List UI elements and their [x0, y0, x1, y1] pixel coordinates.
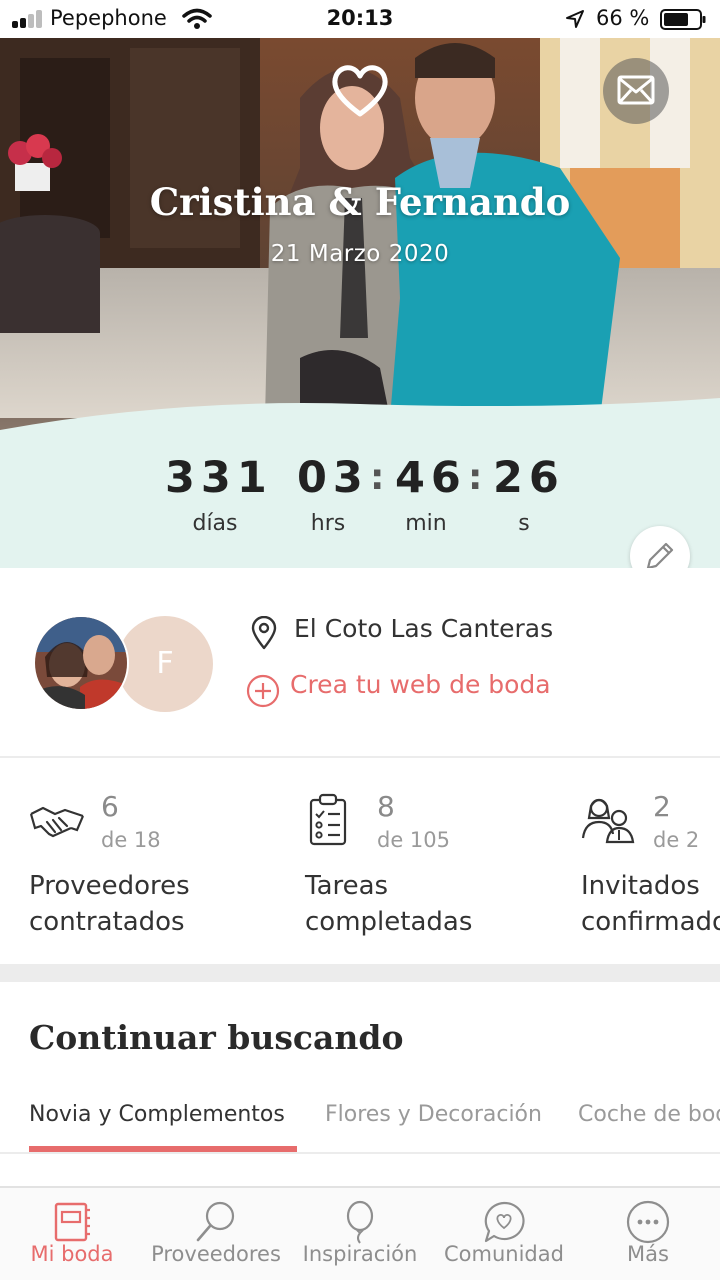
countdown-hours: 03 [297, 453, 369, 503]
nav-inspiracion[interactable]: Inspiración [288, 1188, 432, 1280]
venue-name[interactable]: El Coto Las Canteras [294, 614, 553, 643]
location-pin-icon [251, 616, 277, 650]
stat-label: Invitados confirmados [581, 868, 720, 940]
stat-count: 6 [101, 790, 119, 823]
nav-label: Proveedores [151, 1242, 281, 1266]
wedding-info: F El Coto Las Canteras Crea tu web de bo… [0, 568, 720, 758]
countdown-separator: : [370, 457, 385, 498]
couple-names: Cristina & Fernando [149, 180, 571, 224]
avatar-photo [35, 617, 127, 709]
tab-coche-boda[interactable]: Coche de boda [578, 1102, 720, 1127]
countdown-seconds: 26 [493, 453, 565, 503]
stat-tasks[interactable]: 8 de 105 Tareas completadas [305, 760, 575, 964]
notebook-icon [54, 1202, 90, 1242]
bottom-navigation: Mi boda Proveedores Inspiración Comunida… [0, 1186, 720, 1280]
magnifier-icon [196, 1201, 235, 1242]
checklist-icon [309, 793, 347, 846]
stat-label-line: completadas [305, 907, 473, 937]
category-tabs: Novia y Complementos Flores y Decoración… [0, 1090, 720, 1154]
chat-heart-icon [484, 1201, 525, 1243]
countdown-days-label: días [192, 511, 238, 536]
stat-label-line: contratados [29, 907, 185, 937]
stat-label-line: Proveedores [29, 871, 190, 901]
mail-icon [617, 75, 655, 105]
battery-icon [660, 9, 706, 30]
countdown: 331 03 : 46 : 26 días hrs min s [0, 453, 720, 543]
wedding-stats: 6 de 18 Proveedores contratados 8 de 105… [0, 760, 720, 964]
stat-providers[interactable]: 6 de 18 Proveedores contratados [29, 760, 299, 964]
heart-icon [332, 65, 388, 117]
countdown-days: 331 [165, 453, 273, 503]
countdown-minutes-label: min [405, 511, 447, 536]
stat-label: Tareas completadas [305, 868, 472, 940]
nav-proveedores[interactable]: Proveedores [144, 1188, 288, 1280]
nav-mi-boda[interactable]: Mi boda [0, 1188, 144, 1280]
section-divider [0, 964, 720, 982]
active-tab-indicator [29, 1146, 297, 1152]
partner-avatar[interactable]: F [117, 616, 213, 712]
countdown-hours-label: hrs [310, 511, 346, 536]
countdown-separator: : [468, 457, 483, 498]
stat-label-line: Invitados [581, 871, 700, 901]
stat-count: 8 [377, 790, 395, 823]
mail-button[interactable] [603, 58, 669, 124]
countdown-minutes: 46 [395, 453, 467, 503]
nav-label: Inspiración [302, 1242, 418, 1266]
nav-mas[interactable]: Más [576, 1188, 720, 1280]
stat-total: de 2 [653, 828, 700, 852]
tab-flores-decoracion[interactable]: Flores y Decoración [325, 1102, 542, 1127]
countdown-seconds-label: s [518, 511, 530, 536]
tab-novia-complementos[interactable]: Novia y Complementos [29, 1102, 285, 1127]
stat-total: de 105 [377, 828, 451, 852]
nav-comunidad[interactable]: Comunidad [432, 1188, 576, 1280]
nav-label: Más [627, 1242, 669, 1266]
stat-total: de 18 [101, 828, 161, 852]
more-icon [626, 1200, 670, 1244]
create-wedding-web-link[interactable]: Crea tu web de boda [290, 670, 551, 699]
section-title: Continuar buscando [29, 1018, 404, 1057]
stat-label: Proveedores contratados [29, 868, 190, 940]
stat-guests[interactable]: 2 de 2 Invitados confirmados [581, 760, 720, 964]
pencil-icon [646, 542, 674, 568]
plus-circle-icon [246, 674, 280, 708]
handshake-icon [29, 806, 85, 838]
stat-count: 2 [653, 790, 671, 823]
avatar[interactable] [33, 615, 129, 711]
stat-label-line: confirmados [581, 907, 720, 937]
hero-banner: Cristina & Fernando 21 Marzo 2020 331 03… [0, 38, 720, 568]
stat-label-line: Tareas [305, 871, 389, 901]
location-arrow-icon [566, 10, 584, 28]
guests-icon [581, 798, 635, 844]
battery-percent: 66 % [596, 6, 650, 30]
wedding-date: 21 Marzo 2020 [270, 241, 450, 267]
nav-label: Comunidad [444, 1242, 564, 1266]
status-bar: Pepephone 20:13 66 % [0, 0, 720, 38]
balloon-icon [346, 1200, 374, 1244]
nav-label: Mi boda [30, 1242, 114, 1266]
